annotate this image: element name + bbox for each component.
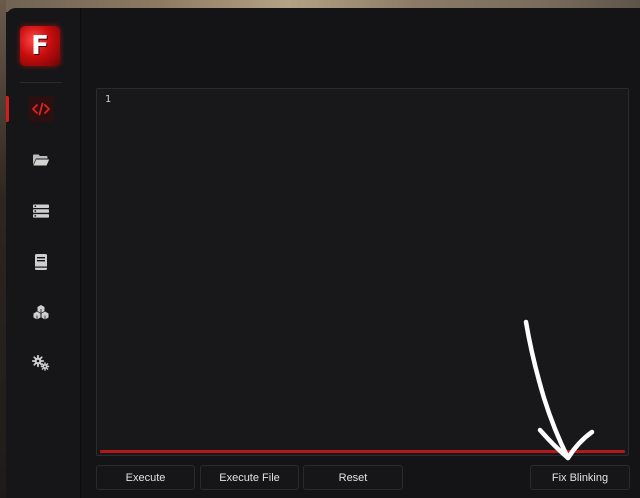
code-editor[interactable]: 1 [96,88,629,456]
cubes-icon [33,305,49,320]
sidebar-item-library[interactable] [28,249,54,275]
list-icon [33,204,49,218]
line-number: 1 [105,94,112,105]
execute-button[interactable]: Execute [96,465,195,490]
logo-letter: F [31,31,49,61]
logo-divider [20,82,62,83]
sidebar-item-files[interactable] [28,147,54,173]
book-icon [35,254,47,270]
app-window: F 1 Execute Execute File Reset Fix Blink… [6,8,640,498]
editor-scrollbar[interactable] [100,450,625,453]
sidebar-item-plugins[interactable] [28,299,54,325]
sidebar: F [6,8,81,498]
sidebar-item-settings[interactable] [28,350,54,376]
reset-button[interactable]: Reset [303,465,403,490]
active-indicator [6,96,9,122]
main-panel: 1 Execute Execute File Reset Fix Blinkin… [81,8,640,498]
folder-icon [33,154,50,166]
execute-file-button[interactable]: Execute File [200,465,299,490]
app-logo: F [20,26,60,66]
gears-icon [32,355,50,371]
code-icon [32,102,50,116]
fix-blinking-button[interactable]: Fix Blinking [530,465,630,490]
sidebar-item-scripts[interactable] [28,198,54,224]
sidebar-item-editor[interactable] [28,96,54,122]
